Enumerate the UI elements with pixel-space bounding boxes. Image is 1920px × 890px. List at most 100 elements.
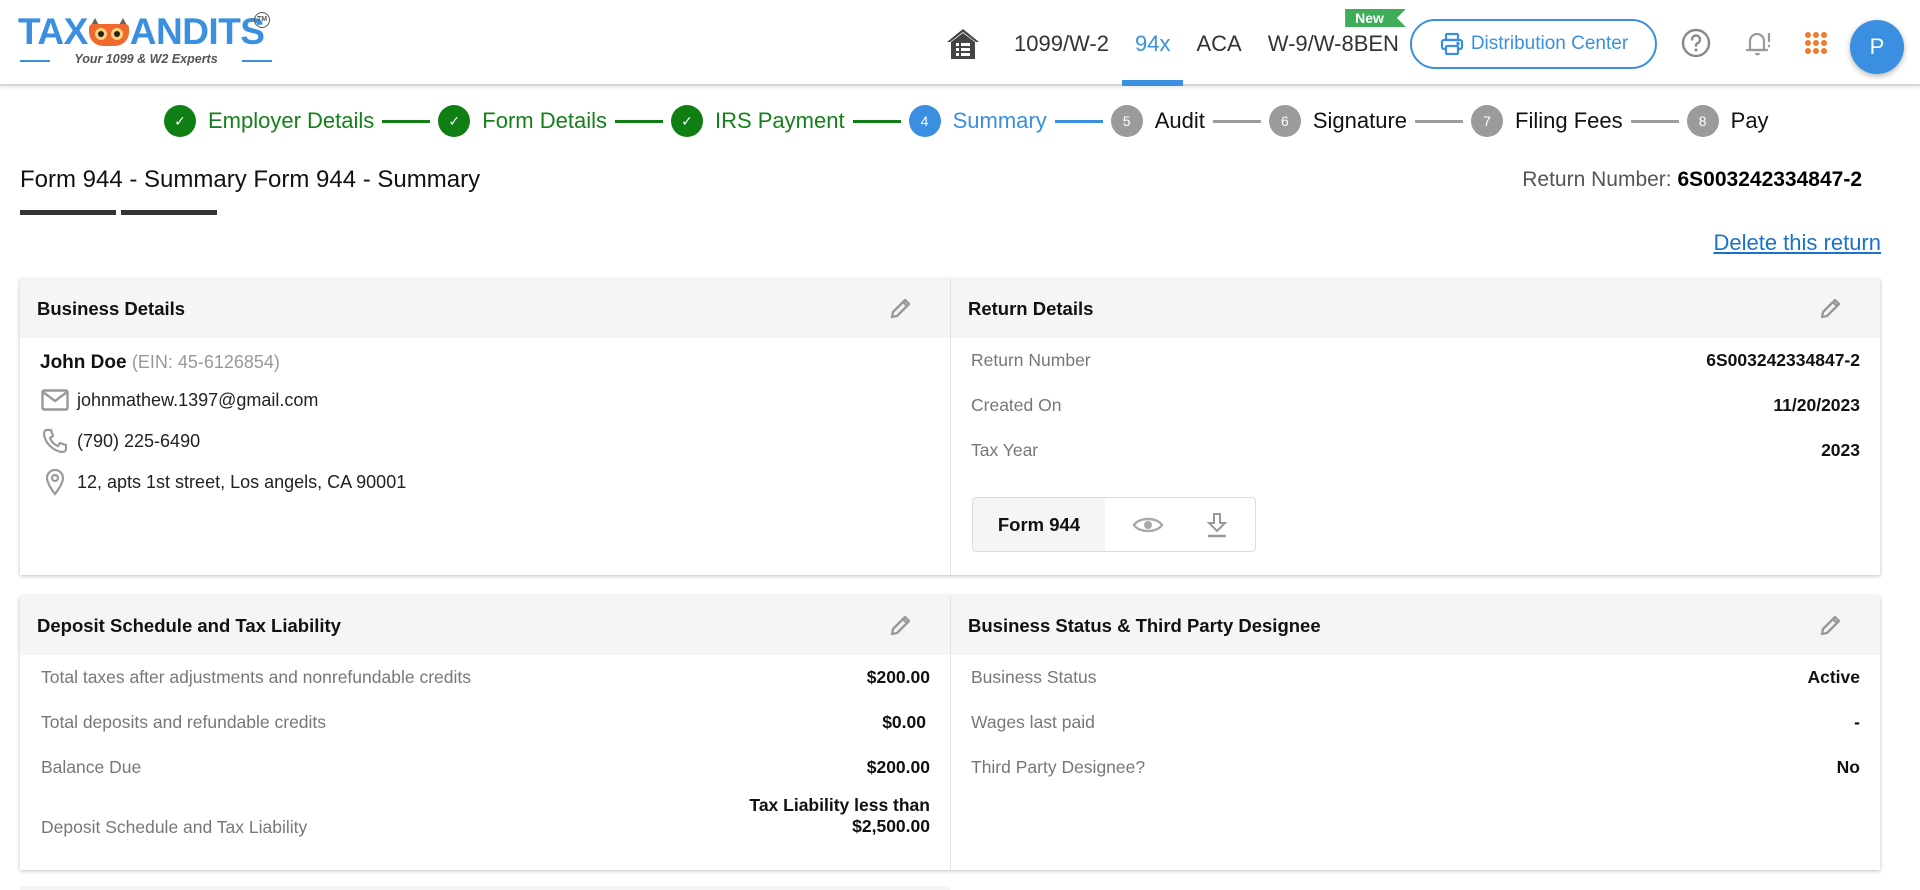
eye-icon[interactable]	[1132, 514, 1164, 536]
panel-header: Return Details	[951, 279, 1880, 338]
detail-row: Return Number 6S003242334847-2	[951, 350, 1880, 395]
email-text: johnmathew.1397@gmail.com	[77, 389, 319, 410]
step-pay[interactable]: 8 Pay	[1686, 105, 1769, 137]
return-number-header: Return Number: 6S003242334847-2	[1522, 168, 1862, 192]
step-filing-fees[interactable]: 7 Filing Fees	[1471, 105, 1623, 137]
printer-icon	[1440, 32, 1463, 56]
check-icon: ✓	[438, 105, 471, 137]
detail-label: Deposit Schedule and Tax Liability	[41, 817, 308, 837]
edit-pencil-icon[interactable]	[1816, 612, 1844, 640]
phone-text: (790) 225-6490	[77, 430, 201, 451]
step-label: Filing Fees	[1515, 108, 1623, 133]
apps-grid-icon[interactable]	[1800, 27, 1832, 59]
step-number: 5	[1110, 105, 1143, 137]
form-chip-label: Form 944	[973, 498, 1105, 551]
detail-value: -	[1854, 712, 1860, 732]
step-label: Summary	[952, 108, 1047, 133]
nav-1099-w2[interactable]: 1099/W-2	[1001, 0, 1122, 86]
edit-pencil-icon[interactable]	[886, 295, 914, 323]
detail-value: Tax Liability less than $2,500.00	[749, 795, 930, 837]
detail-value: 2023	[1821, 440, 1860, 460]
detail-row: Business Status Active	[951, 667, 1880, 712]
return-details-body: Return Number 6S003242334847-2 Created O…	[951, 338, 1880, 485]
nav-label: ACA	[1196, 31, 1242, 56]
value-line: Tax Liability less than	[749, 795, 930, 815]
step-signature[interactable]: 6 Signature	[1268, 105, 1407, 137]
detail-label: Tax Year	[971, 440, 1039, 460]
step-number: 8	[1686, 105, 1719, 137]
business-details-panel: Business Details John Doe (EIN: 45-61268…	[20, 279, 950, 575]
business-name: John Doe (EIN: 45-6126854)	[40, 352, 930, 374]
taxbandits-logo[interactable]: TAX ANDITS TM Your 1099 & W2 Experts	[18, 12, 278, 72]
nav-w9-w8ben[interactable]: W-9/W-8BEN New	[1255, 0, 1412, 86]
edit-pencil-icon[interactable]	[886, 612, 914, 640]
new-badge: New	[1345, 9, 1406, 27]
phone-row: (790) 225-6490	[40, 426, 930, 456]
next-card-edge	[20, 886, 950, 890]
check-icon: ✓	[164, 105, 196, 137]
panel-title: Business Status & Third Party Designee	[968, 615, 1321, 636]
nav-label: 1099/W-2	[1014, 31, 1109, 56]
nav-label: W-9/W-8BEN	[1267, 31, 1399, 56]
step-number: 7	[1471, 105, 1504, 137]
nav-label: 94x	[1134, 31, 1171, 56]
business-details-body: John Doe (EIN: 45-6126854) johnmathew.13…	[20, 338, 950, 511]
tax-card: Deposit Schedule and Tax Liability Total…	[20, 596, 1880, 870]
detail-label: Third Party Designee?	[971, 757, 1146, 777]
top-navigation-bar: TAX ANDITS TM Your 1099 & W2 Experts 1099…	[0, 0, 1920, 86]
distribution-center-label: Distribution Center	[1470, 33, 1629, 54]
location-pin-icon	[40, 467, 70, 497]
step-connector	[1630, 119, 1679, 123]
owl-mascot-icon	[88, 18, 129, 46]
title-underline	[20, 210, 116, 215]
detail-label: Return Number	[971, 350, 1091, 370]
detail-label: Total taxes after adjustments and nonref…	[41, 667, 471, 687]
business-status-body: Business Status Active Wages last paid -…	[951, 655, 1880, 802]
step-summary[interactable]: 4 Summary	[908, 105, 1047, 137]
step-audit[interactable]: 5 Audit	[1110, 105, 1205, 137]
logo-text-left: TAX	[18, 11, 88, 52]
nav-aca[interactable]: ACA	[1183, 0, 1254, 86]
step-connector	[1212, 119, 1261, 123]
detail-value: 6S003242334847-2	[1706, 350, 1860, 370]
step-connector	[614, 119, 663, 123]
phone-icon	[40, 426, 70, 456]
step-form-details[interactable]: ✓ Form Details	[438, 105, 607, 137]
title-underline	[121, 210, 217, 215]
deposit-schedule-body: Total taxes after adjustments and nonref…	[20, 655, 950, 858]
business-status-panel: Business Status & Third Party Designee B…	[950, 596, 1880, 870]
home-icon[interactable]	[945, 26, 981, 62]
detail-label: Created On	[971, 395, 1062, 415]
business-name-text: John Doe	[40, 352, 127, 373]
step-label: Audit	[1154, 108, 1205, 133]
panel-title: Return Details	[968, 298, 1094, 319]
step-employer-details[interactable]: ✓ Employer Details	[164, 105, 374, 137]
panel-title: Deposit Schedule and Tax Liability	[37, 615, 341, 636]
download-icon[interactable]	[1205, 512, 1229, 538]
detail-row: Deposit Schedule and Tax Liability Tax L…	[20, 795, 950, 858]
panel-header: Deposit Schedule and Tax Liability	[20, 596, 950, 655]
detail-label: Total deposits and refundable credits	[41, 712, 327, 732]
edit-pencil-icon[interactable]	[1816, 295, 1844, 323]
delete-return-link[interactable]: Delete this return	[1713, 230, 1881, 256]
step-number: 6	[1268, 105, 1301, 137]
return-number-value: 6S003242334847-2	[1677, 168, 1862, 191]
help-icon[interactable]	[1680, 27, 1712, 59]
logo-tagline: Your 1099 & W2 Experts	[20, 52, 272, 66]
step-irs-payment[interactable]: ✓ IRS Payment	[670, 105, 845, 137]
detail-row: Wages last paid -	[951, 712, 1880, 757]
step-connector	[1054, 119, 1103, 123]
detail-value: $0.00	[882, 712, 926, 732]
detail-value: No	[1836, 757, 1860, 777]
step-connector	[852, 119, 901, 123]
notification-bell-icon[interactable]	[1742, 27, 1774, 59]
step-label: Employer Details	[208, 108, 375, 133]
form-chip-actions	[1105, 498, 1255, 551]
nav-94x[interactable]: 94x	[1121, 0, 1184, 86]
step-number: 4	[908, 105, 941, 137]
distribution-center-button[interactable]: Distribution Center	[1410, 19, 1657, 69]
return-number-label: Return Number:	[1522, 168, 1672, 191]
user-avatar[interactable]: P	[1850, 20, 1904, 74]
detail-value: $200.00	[866, 667, 930, 687]
value-line: $2,500.00	[852, 816, 930, 836]
